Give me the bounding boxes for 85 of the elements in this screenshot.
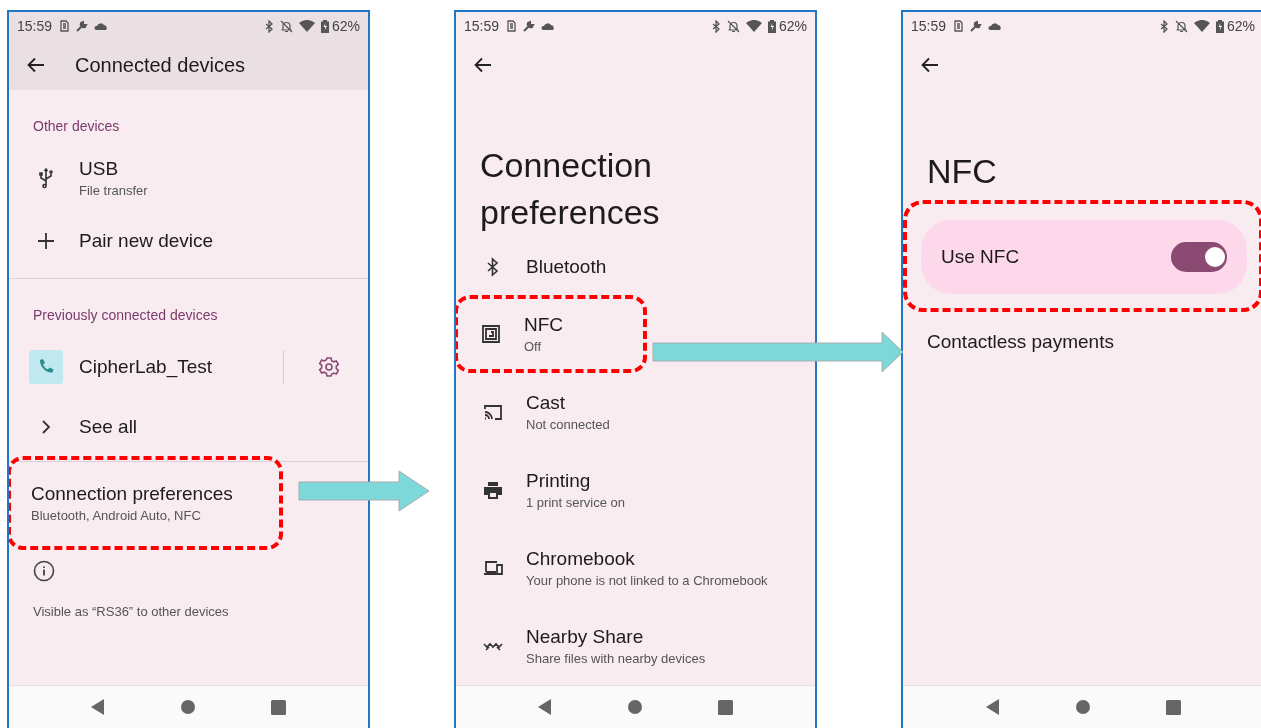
battery-icon [320,19,329,33]
item-subtitle: Not connected [526,417,611,432]
wrench-icon [522,19,536,33]
home-nav-icon[interactable] [628,700,642,714]
wrench-icon [75,19,89,33]
visibility-note: Visible as “RS36” to other devices [33,604,230,619]
item-title: Pair new device [79,230,215,252]
back-nav-icon[interactable] [985,699,1000,715]
nfc-icon [480,323,502,345]
item-title: Connection preferences [31,483,233,505]
back-nav-icon[interactable] [538,699,552,715]
settings-item[interactable]: USB File transfer [9,146,368,210]
item-subtitle: Bluetooth, Android Auto, NFC [31,508,202,523]
sim-icon [954,20,964,32]
bluetooth-icon [264,19,274,33]
home-nav-icon[interactable] [181,700,195,714]
item-title: Bluetooth [526,256,608,278]
status-time: 15:59 [464,18,500,34]
battery-percent: 62% [778,18,807,34]
screen-title: Connected devices [75,53,246,77]
toggle-switch[interactable] [1171,242,1227,272]
phone-icon [29,350,63,384]
battery-icon [1215,19,1224,33]
battery-icon [767,19,776,33]
back-arrow-icon[interactable] [921,57,939,73]
page-heading: Connection preferences [479,145,661,233]
settings-item[interactable]: Cast Not connected [456,373,815,451]
item-title: Nearby Share [526,626,645,648]
toggle-label: Use NFC [941,246,1020,268]
item-subtitle: Share files with nearby devices [526,651,707,666]
settings-item[interactable]: Connection preferences Bluetooth, Android Auto, NFC [9,456,283,550]
settings-item[interactable]: NFC Off [456,295,648,373]
section-header: Other devices [32,117,121,136]
bell-off-icon [279,19,293,33]
recents-nav-icon[interactable] [271,699,286,715]
battery-percent: 62% [1226,18,1255,34]
settings-item[interactable]: Pair new device [9,210,368,272]
sim-icon [507,20,517,32]
bell-off-icon [1174,19,1188,33]
bluetooth-icon [1159,19,1169,33]
printer-icon [482,479,504,501]
item-title: NFC [524,314,564,336]
cloud-icon [94,21,109,31]
settings-item[interactable]: Printing 1 print service on [456,451,815,529]
item-title: CipherLab_Test [79,356,214,378]
settings-item[interactable]: Bluetooth [456,239,815,295]
plus-icon [35,230,57,252]
item-title: USB [79,158,120,180]
settings-item[interactable]: Contactless payments [903,312,1261,372]
cloud-icon [988,21,1003,31]
home-nav-icon[interactable] [1075,700,1090,714]
sim-icon [60,20,70,32]
item-subtitle: Your phone is not linked to a Chromebook [526,573,769,588]
settings-item[interactable]: CipherLab_Test [9,335,368,399]
status-time: 15:59 [17,18,53,34]
bluetooth-icon [711,19,721,33]
wifi-icon [745,20,762,32]
item-subtitle: File transfer [79,183,149,198]
item-title: Chromebook [526,548,636,570]
recents-nav-icon[interactable] [718,699,733,715]
item-title: See all [79,416,139,438]
wrench-icon [969,19,983,33]
battery-percent: 62% [331,18,360,34]
info-icon [33,560,55,582]
item-subtitle: 1 print service on [526,495,626,510]
settings-item[interactable]: See all [9,399,368,455]
wifi-icon [298,20,315,32]
recents-nav-icon[interactable] [1165,699,1181,715]
back-arrow-icon[interactable] [27,57,45,73]
settings-item[interactable]: Nearby Share Share files with nearby devices [456,607,815,685]
item-subtitle: Off [524,339,543,354]
bell-off-icon [726,19,740,33]
item-title: Printing [526,470,592,492]
settings-icon[interactable] [318,356,340,378]
item-title: Contactless payments [927,331,1115,353]
section-header: Previously connected devices [32,306,219,325]
settings-item[interactable]: Chromebook Your phone is not linked to a Chromebook [456,529,815,607]
page-heading: NFC [926,151,998,192]
back-nav-icon[interactable] [91,699,105,715]
item-title: Cast [526,392,567,414]
status-time: 15:59 [911,18,947,34]
back-arrow-icon[interactable] [474,57,492,73]
cloud-icon [541,21,556,31]
wifi-icon [1193,20,1210,32]
use-nfc-toggle-row[interactable]: Use NFC [921,220,1247,294]
